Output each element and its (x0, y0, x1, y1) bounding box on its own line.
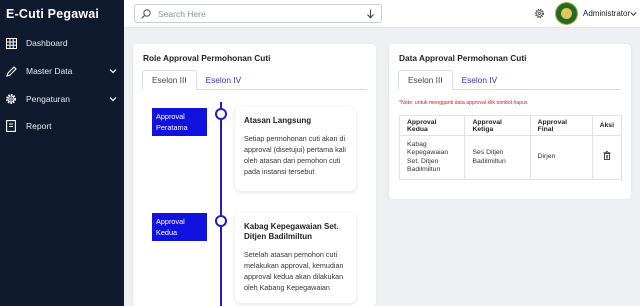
column-header: Approval Kedua (398, 115, 466, 136)
sidebar-item-master-data[interactable]: Master Data (0, 61, 124, 81)
chevron-down-icon[interactable] (630, 11, 637, 17)
table-row: Kabag Kepegawaian Set. Ditjen Badilmiltu… (398, 135, 623, 180)
timeline-badge: Approval Peratama (152, 108, 207, 136)
tab-eselon-iii[interactable]: Eselon III (398, 70, 453, 90)
approval-table: Approval Kedua Approval Ketiga Approval … (398, 115, 623, 180)
table-cell: Kabag Kepegawaian Set. Ditjen Badilmiltu… (398, 135, 466, 180)
sidebar: E-Cuti Pegawai Dashboard Master Data Pen… (0, 0, 124, 306)
table-cell: Ses Ditjen Badilmiltun (464, 135, 531, 180)
table-cell: Dirjen (529, 135, 593, 180)
table-cell-action (591, 135, 623, 180)
timeline-title: Kabag Kepegawaian Set. Ditjen Badilmiltu… (244, 222, 339, 241)
app-title: E-Cuti Pegawai (6, 7, 100, 21)
note-text: *Note: untuk mengganti data approval kli… (399, 100, 528, 106)
timeline-dot (215, 108, 227, 120)
search-placeholder: Search Here (158, 9, 206, 19)
card-title: Data Approval Permohonan Cuti (399, 53, 527, 63)
arrow-down-icon[interactable] (366, 9, 375, 19)
table-header-row: Approval Kedua Approval Ketiga Approval … (398, 115, 623, 136)
column-header: Aksi (591, 115, 623, 136)
timeline-card: Atasan Langsung Setiap permohonan cuti a… (235, 107, 356, 191)
sidebar-item-dashboard[interactable]: Dashboard (0, 33, 124, 53)
trash-icon[interactable] (603, 151, 611, 161)
sidebar-item-label: Pengaturan (26, 94, 70, 104)
timeline-dot (215, 215, 227, 227)
role-approval-card: Role Approval Permohonan Cuti Eselon III… (133, 44, 376, 306)
tab-bar: Eselon III Eselon IV (398, 70, 506, 90)
timeline-description: Setelah atasan pemohon cuti melakukan ap… (244, 250, 344, 292)
report-icon (5, 120, 17, 132)
user-name[interactable]: Administrator (583, 9, 630, 18)
tab-bar: Eselon III Eselon IV (142, 70, 250, 90)
card-title: Role Approval Permohonan Cuti (143, 53, 271, 63)
tab-eselon-iv[interactable]: Eselon IV (453, 70, 507, 90)
pencil-icon (5, 65, 17, 77)
timeline-line (220, 102, 222, 306)
avatar[interactable] (555, 2, 578, 25)
search-icon (141, 9, 151, 19)
tab-eselon-iii[interactable]: Eselon III (142, 70, 197, 90)
data-approval-card: Data Approval Permohonan Cuti Eselon III… (389, 44, 631, 199)
chevron-down-icon (109, 97, 117, 102)
column-header: Approval Final (529, 115, 593, 136)
settings-gear-icon[interactable] (534, 8, 545, 19)
sidebar-item-label: Master Data (26, 66, 73, 76)
tab-eselon-iv[interactable]: Eselon IV (197, 70, 251, 90)
sidebar-item-label: Report (26, 121, 52, 131)
sidebar-item-report[interactable]: Report (0, 116, 124, 136)
search-input[interactable]: Search Here (134, 4, 382, 23)
chevron-down-icon (109, 69, 117, 74)
timeline-card: Kabag Kepegawaian Set. Ditjen Badilmiltu… (235, 213, 356, 303)
topbar: Search Here Administrator (124, 0, 640, 28)
gear-icon (5, 93, 17, 105)
dashboard-icon (5, 37, 17, 49)
column-header: Approval Ketiga (464, 115, 531, 136)
timeline-title: Atasan Langsung (244, 116, 312, 125)
sidebar-item-label: Dashboard (26, 38, 68, 48)
sidebar-item-pengaturan[interactable]: Pengaturan (0, 89, 124, 109)
timeline-badge: Approval Kedua (152, 213, 207, 241)
timeline-description: Setiap permohonan cuti akan di approval … (244, 134, 346, 176)
